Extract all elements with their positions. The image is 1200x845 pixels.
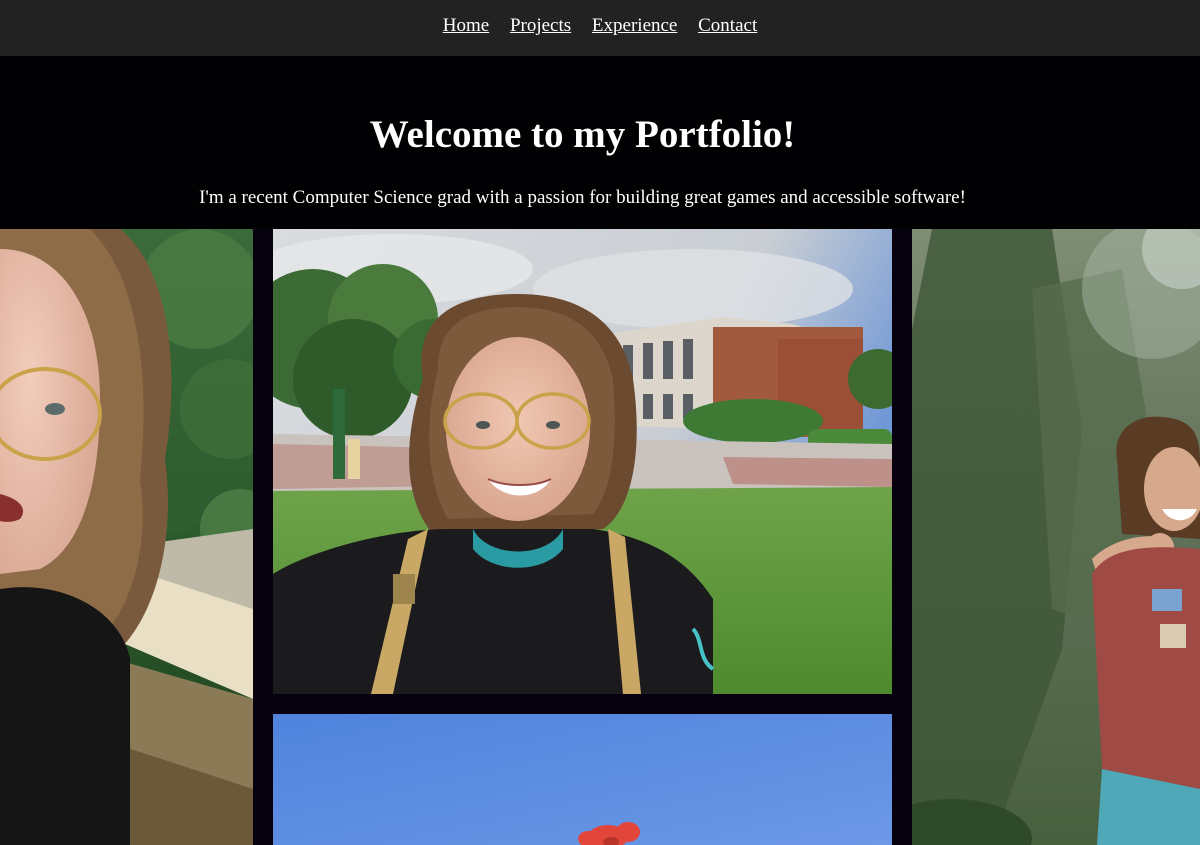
nav-link-contact[interactable]: Contact xyxy=(698,15,757,36)
nav-link-projects[interactable]: Projects xyxy=(510,15,571,36)
pointing-portrait-image xyxy=(912,229,1200,845)
top-nav: Home Projects Experience Contact xyxy=(0,0,1200,56)
gallery-photo-main[interactable] xyxy=(273,229,892,694)
gallery-photo-left[interactable] xyxy=(0,229,253,845)
page-title: Welcome to my Portfolio! xyxy=(369,113,796,156)
selfie-closeup-image xyxy=(0,229,253,845)
photo-gallery xyxy=(0,229,1200,845)
gallery-photo-bottom[interactable] xyxy=(273,714,892,845)
hero-section: Welcome to my Portfolio! I'm a recent Co… xyxy=(0,56,1200,229)
campus-selfie-image xyxy=(273,229,892,694)
nav-link-home[interactable]: Home xyxy=(443,15,489,36)
nav-links: Home Projects Experience Contact xyxy=(0,14,1200,38)
sky-flowers-image xyxy=(273,714,892,845)
hero-subtitle: I'm a recent Computer Science grad with … xyxy=(199,187,966,208)
gallery-photo-right[interactable] xyxy=(912,229,1200,845)
nav-link-experience[interactable]: Experience xyxy=(592,15,677,36)
